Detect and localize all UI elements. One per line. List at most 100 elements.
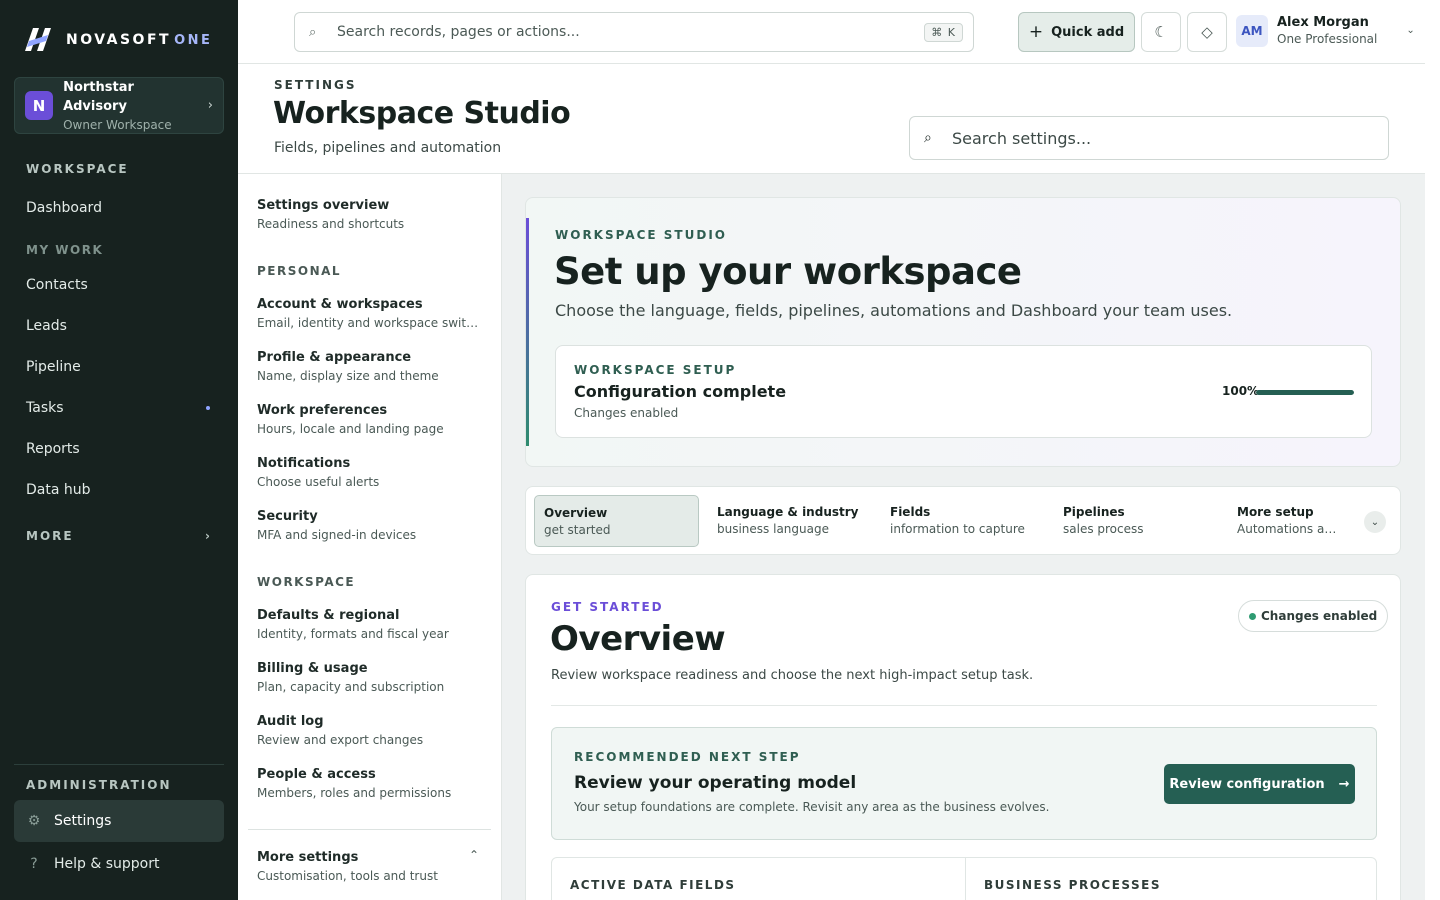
settings-nav-people[interactable]: People & access Members, roles and permi… bbox=[257, 765, 481, 803]
settings-nav-billing[interactable]: Billing & usage Plan, capacity and subsc… bbox=[257, 659, 481, 697]
settings-nav-security[interactable]: Security MFA and signed-in devices bbox=[257, 507, 481, 545]
accent-bar bbox=[526, 218, 529, 446]
user-menu[interactable]: AM Alex Morgan One Professional ⌄ bbox=[1236, 14, 1415, 47]
gear-icon: ⚙ bbox=[27, 813, 41, 829]
chevron-right-icon: › bbox=[205, 529, 212, 543]
overview-title: Overview bbox=[550, 619, 726, 659]
divider bbox=[965, 858, 966, 900]
review-configuration-button[interactable]: Review configuration → bbox=[1164, 764, 1355, 804]
sidebar-heading-my-work: MY WORK bbox=[26, 243, 104, 257]
page-title: Workspace Studio bbox=[273, 96, 571, 131]
sidebar-item-help[interactable]: ? Help & support bbox=[14, 845, 224, 883]
sidebar-heading-workspace: WORKSPACE bbox=[26, 162, 129, 176]
recommendation-desc: Your setup foundations are complete. Rev… bbox=[574, 800, 1050, 814]
settings-group-personal: PERSONAL bbox=[257, 264, 342, 278]
hero-title: Set up your workspace bbox=[554, 250, 1022, 293]
page-header: SETTINGS Workspace Studio Fields, pipeli… bbox=[238, 64, 1425, 174]
search-icon: ⌕ bbox=[924, 130, 932, 146]
setup-tabs: Overview get started Language & industry b… bbox=[525, 486, 1401, 555]
setup-eyebrow: WORKSPACE SETUP bbox=[574, 363, 737, 377]
sidebar-item-settings[interactable]: ⚙ Settings bbox=[14, 800, 224, 842]
arrow-right-icon: → bbox=[1338, 776, 1350, 792]
user-plan: One Professional bbox=[1277, 32, 1378, 46]
hero-eyebrow: WORKSPACE STUDIO bbox=[555, 228, 727, 242]
sidebar-item-tasks[interactable]: Tasks bbox=[14, 390, 224, 426]
avatar: AM bbox=[1236, 14, 1268, 47]
status-badge: Changes enabled bbox=[1238, 600, 1389, 632]
global-search[interactable]: ⌕ ⌘ K bbox=[294, 12, 974, 52]
divider bbox=[248, 829, 491, 830]
progress-bar bbox=[1256, 390, 1354, 395]
sidebar-item-contacts[interactable]: Contacts bbox=[14, 267, 224, 303]
recommendation-title: Review your operating model bbox=[574, 773, 857, 793]
studio-hero: WORKSPACE STUDIO Set up your workspace C… bbox=[525, 197, 1401, 467]
quick-add-button[interactable]: + Quick add bbox=[1018, 12, 1135, 52]
sidebar-item-dashboard[interactable]: Dashboard bbox=[14, 190, 224, 226]
settings-nav-work-preferences[interactable]: Work preferences Hours, locale and landi… bbox=[257, 401, 481, 439]
divider bbox=[551, 705, 1377, 706]
brand-logo[interactable]: NOVASOFT ONE bbox=[22, 26, 212, 53]
settings-nav-more[interactable]: More settings Customisation, tools and t… bbox=[257, 848, 481, 886]
settings-nav-overview[interactable]: Settings overview Readiness and shortcut… bbox=[257, 196, 481, 234]
sidebar-more-toggle[interactable]: MORE › bbox=[26, 529, 212, 543]
workspace-switcher[interactable]: N Northstar Advisory Owner Workspace › bbox=[14, 77, 224, 134]
chevron-right-icon: › bbox=[207, 98, 213, 113]
progress-label: 100% bbox=[1222, 384, 1260, 398]
topbar: ⌕ ⌘ K +Quick add ☾ ◇ AM Alex Morgan One … bbox=[238, 0, 1425, 64]
sidebar-item-leads[interactable]: Leads bbox=[14, 308, 224, 344]
hero-subtitle: Choose the language, fields, pipelines, … bbox=[555, 301, 1233, 320]
search-icon: ⌕ bbox=[309, 24, 317, 40]
breadcrumb: SETTINGS bbox=[274, 78, 357, 92]
settings-nav-defaults[interactable]: Defaults & regional Identity, formats an… bbox=[257, 606, 481, 644]
sidebar-divider bbox=[14, 764, 224, 765]
sidebar-item-pipeline[interactable]: Pipeline bbox=[14, 349, 224, 385]
chevron-down-icon[interactable]: ⌄ bbox=[1364, 511, 1386, 533]
tab-overview[interactable]: Overview get started bbox=[534, 495, 699, 547]
sidebar-item-data-hub[interactable]: Data hub bbox=[14, 472, 224, 508]
sidebar-heading-administration: ADMINISTRATION bbox=[26, 778, 172, 792]
recommendation-card: RECOMMENDED NEXT STEP Review your operat… bbox=[551, 727, 1377, 840]
sidebar-item-reports[interactable]: Reports bbox=[14, 431, 224, 467]
global-search-input[interactable] bbox=[337, 24, 925, 40]
workspace-avatar: N bbox=[25, 91, 54, 120]
sidebar: NOVASOFT ONE N Northstar Advisory Owner W… bbox=[0, 0, 238, 900]
moon-icon: ☾ bbox=[1154, 23, 1168, 41]
tab-language-industry[interactable]: Language & industry business language bbox=[708, 495, 873, 547]
stats-row: ACTIVE DATA FIELDS BUSINESS PROCESSES bbox=[551, 857, 1377, 900]
settings-nav: Settings overview Readiness and shortcut… bbox=[238, 174, 502, 900]
settings-group-workspace: WORKSPACE bbox=[257, 575, 356, 589]
chevron-down-icon: ⌄ bbox=[1406, 25, 1415, 36]
setup-status-card: WORKSPACE SETUP Configuration complete C… bbox=[555, 345, 1372, 438]
theme-toggle-button[interactable]: ☾ bbox=[1141, 12, 1181, 52]
status-dot-icon bbox=[1249, 613, 1256, 620]
diamond-icon: ◇ bbox=[1201, 23, 1213, 41]
progress-fill bbox=[1256, 390, 1354, 395]
chevron-up-icon: ⌃ bbox=[468, 848, 479, 862]
tab-more-setup[interactable]: More setupAutomations and Dashboard bbox=[1228, 495, 1346, 547]
recommendation-eyebrow: RECOMMENDED NEXT STEP bbox=[574, 750, 801, 764]
workspace-role: Owner Workspace bbox=[63, 117, 172, 132]
unread-dot-icon bbox=[206, 406, 210, 410]
tab-fields[interactable]: Fields information to capture bbox=[881, 495, 1046, 547]
setup-status: Changes enabled bbox=[574, 406, 679, 420]
scrollbar[interactable] bbox=[1425, 0, 1440, 900]
settings-nav-notifications[interactable]: Notifications Choose useful alerts bbox=[257, 454, 481, 492]
overview-eyebrow: GET STARTED bbox=[551, 600, 664, 614]
overview-panel: GET STARTED Overview Review workspace re… bbox=[525, 574, 1401, 900]
appearance-button[interactable]: ◇ bbox=[1187, 12, 1227, 52]
tab-pipelines[interactable]: Pipelines sales process bbox=[1054, 495, 1219, 547]
plus-icon: + bbox=[1028, 22, 1044, 42]
settings-nav-account[interactable]: Account & workspaces Email, identity and… bbox=[257, 295, 481, 333]
settings-nav-profile[interactable]: Profile & appearance Name, display size … bbox=[257, 348, 481, 386]
overview-subtitle: Review workspace readiness and choose th… bbox=[551, 668, 1034, 683]
logo-mark-icon bbox=[25, 28, 51, 51]
help-icon: ? bbox=[30, 856, 38, 872]
settings-nav-audit-log[interactable]: Audit log Review and export changes bbox=[257, 712, 481, 750]
stat-label-active-fields: ACTIVE DATA FIELDS bbox=[570, 878, 736, 892]
settings-search-input[interactable] bbox=[952, 128, 1374, 148]
settings-search[interactable]: ⌕ bbox=[909, 116, 1389, 160]
brand-name: NOVASOFT ONE bbox=[66, 31, 213, 48]
shortcut-badge: ⌘ K bbox=[924, 22, 963, 42]
setup-title: Configuration complete bbox=[574, 382, 787, 401]
user-name: Alex Morgan bbox=[1277, 15, 1369, 30]
